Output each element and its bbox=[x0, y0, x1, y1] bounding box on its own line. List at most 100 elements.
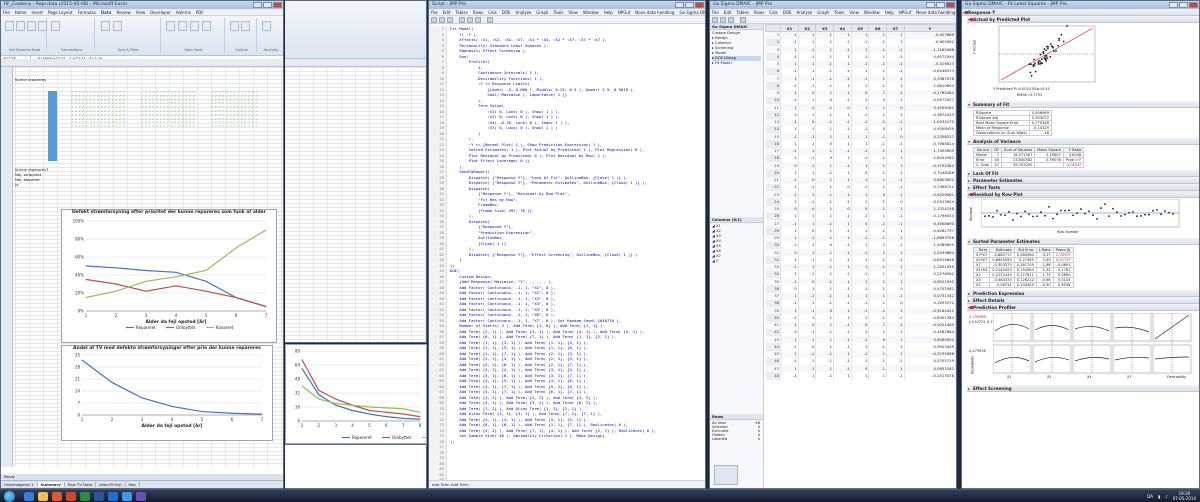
close-button[interactable] bbox=[695, 2, 704, 8]
table-cell[interactable]: 1 bbox=[868, 227, 888, 235]
table-row[interactable]: 10 -1 1 0 -1 1 0 1 -0,9972057 bbox=[765, 96, 956, 104]
table-cell[interactable]: 0,6803002 bbox=[904, 176, 956, 184]
table-cell[interactable]: -0,3702384 bbox=[904, 162, 956, 170]
table-cell[interactable]: 0 bbox=[851, 321, 870, 329]
table-row[interactable]: 35 -1 0 -1 1 1 1 1 -0,8521592 bbox=[765, 278, 956, 286]
table-icon[interactable] bbox=[740, 17, 746, 23]
table-cell[interactable]: 0 bbox=[815, 154, 835, 162]
table-cell[interactable]: -1 bbox=[815, 328, 835, 336]
table-cell[interactable]: -1 bbox=[851, 118, 870, 126]
table-cell[interactable]: -0,805082 bbox=[904, 38, 956, 46]
table-cell[interactable]: -1 bbox=[868, 220, 888, 228]
table-cell[interactable]: 1 bbox=[780, 46, 799, 54]
ribbon-tab[interactable]: Home bbox=[15, 10, 27, 15]
row-number[interactable]: 13 bbox=[765, 118, 782, 126]
table-cell[interactable]: 1 bbox=[798, 67, 817, 75]
table-cell[interactable]: 1 bbox=[833, 111, 852, 119]
table-cell[interactable]: -1 bbox=[798, 82, 817, 90]
table-row[interactable]: 42 0 -1 -1 -1 1 1 1 -0,4582684 bbox=[765, 328, 956, 336]
table-cell[interactable]: -0,4582684 bbox=[904, 328, 956, 336]
table-cell[interactable]: -1 bbox=[833, 96, 852, 104]
row-number[interactable]: 38 bbox=[765, 299, 782, 307]
row-number[interactable]: 43 bbox=[765, 336, 782, 344]
table-cell[interactable]: -1 bbox=[851, 60, 870, 68]
table-cell[interactable]: -1 bbox=[851, 299, 870, 307]
table-cell[interactable]: 1 bbox=[780, 365, 799, 373]
table-cell[interactable]: 1 bbox=[798, 31, 817, 39]
table-row[interactable]: 32 1 -1 1 -1 1 -1 -1 -0,8919846 bbox=[765, 256, 956, 264]
table-cell[interactable]: 1 bbox=[798, 314, 817, 322]
preview-thumbnail[interactable] bbox=[714, 465, 738, 485]
table-cell[interactable]: -1 bbox=[815, 263, 835, 271]
table-cell[interactable]: -1 bbox=[868, 60, 888, 68]
table-cell[interactable]: -1 bbox=[886, 67, 905, 75]
table-cell[interactable]: -1 bbox=[868, 314, 888, 322]
table-cell[interactable]: 1 bbox=[886, 169, 905, 177]
table-row[interactable]: 9 1 0 1 1 0 1 -1 -0,1765464 bbox=[765, 89, 956, 97]
table-cell[interactable]: -0,6329561 bbox=[904, 191, 956, 199]
table-cell[interactable]: 1 bbox=[798, 299, 817, 307]
table-cell[interactable]: -1 bbox=[851, 38, 870, 46]
table-cell[interactable]: -1 bbox=[815, 350, 835, 358]
table-cell[interactable]: 0,4958690 bbox=[904, 220, 956, 228]
table-cell[interactable]: -0,5021463 bbox=[904, 321, 956, 329]
sheet-tab[interactable]: Alder/Pr.Fejl bbox=[96, 482, 126, 487]
table-cell[interactable]: -1 bbox=[780, 263, 799, 271]
table-cell[interactable]: 1 bbox=[815, 162, 835, 170]
table-cell[interactable]: 1 bbox=[780, 234, 799, 242]
table-cell[interactable]: -1 bbox=[868, 46, 888, 54]
row-number[interactable]: 40 bbox=[765, 314, 782, 322]
outline-sorted-estimates[interactable]: Sorted Parameter Estimates bbox=[967, 238, 1199, 245]
table-cell[interactable]: 1 bbox=[798, 212, 817, 220]
table-cell[interactable]: -1 bbox=[886, 89, 905, 97]
table-row[interactable]: 48 -1 1 -1 1 1 1 -1 -0,2513078 bbox=[765, 372, 956, 380]
table-cell[interactable]: -0,9308459 bbox=[904, 125, 956, 133]
table-cell[interactable]: -1 bbox=[851, 285, 870, 293]
table-row[interactable]: 34 1 -1 1 -1 -1 1 -1 0,2276082 bbox=[765, 270, 956, 278]
table-cell[interactable]: 1 bbox=[851, 328, 870, 336]
table-cell[interactable]: 1 bbox=[798, 241, 817, 249]
table-cell[interactable]: -0,8521592 bbox=[904, 278, 956, 286]
consolidate-button[interactable] bbox=[202, 21, 211, 31]
table-cell[interactable]: -1 bbox=[815, 198, 835, 206]
table-row[interactable]: 24 1 -1 -1 -1 1 1 0 -0,0523904 bbox=[765, 198, 956, 206]
table-cell[interactable]: -1 bbox=[833, 299, 852, 307]
table-row[interactable]: 45 1 -1 -1 1 -1 1 1 -0,3735986 bbox=[765, 350, 956, 358]
table-cell[interactable]: 1 bbox=[868, 75, 888, 83]
table-cell[interactable]: 0,3387076 bbox=[904, 75, 956, 83]
table-cell[interactable]: 0 bbox=[886, 198, 905, 206]
table-cell[interactable]: -1 bbox=[851, 183, 870, 191]
profiler-svg[interactable] bbox=[993, 313, 1193, 375]
outline-actual-by-predicted[interactable]: Actual by Predicted Plot bbox=[967, 16, 1199, 23]
table-cell[interactable]: 1 bbox=[886, 234, 905, 242]
row-number[interactable]: 18 bbox=[765, 154, 782, 162]
table-cell[interactable]: -1 bbox=[868, 133, 888, 141]
table-cell[interactable]: -1 bbox=[868, 365, 888, 373]
table-cell[interactable]: -1 bbox=[851, 350, 870, 358]
row-number[interactable]: 45 bbox=[765, 350, 782, 358]
table-row[interactable]: 6 -1 1 -1 -1 1 1 -1 -0,6448473 bbox=[765, 67, 956, 75]
table-cell[interactable]: 1 bbox=[815, 147, 835, 155]
table-cell[interactable]: 1 bbox=[851, 263, 870, 271]
new-icon[interactable] bbox=[712, 17, 718, 23]
table-cell[interactable]: 0 bbox=[868, 96, 888, 104]
table-cell[interactable]: 1 bbox=[780, 140, 799, 148]
table-row[interactable]: 38 -1 1 -1 -1 -1 1 0 0,2833272 bbox=[765, 299, 956, 307]
table-cell[interactable]: 1 bbox=[886, 263, 905, 271]
table-row[interactable]: 13 -1 0 -1 -1 -1 -1 -1 -1,0032172 bbox=[765, 118, 956, 126]
table-cell[interactable]: -1 bbox=[886, 256, 905, 264]
outline-parameter-estimates[interactable]: Parameter Estimates bbox=[967, 177, 1199, 184]
maximize-button[interactable] bbox=[1179, 2, 1188, 8]
table-row[interactable]: 7 1 -1 -1 -1 -1 1 1 0,3387076 bbox=[765, 75, 956, 83]
table-cell[interactable]: 0 bbox=[815, 96, 835, 104]
table-cell[interactable]: 1 bbox=[780, 60, 799, 68]
paste-icon[interactable] bbox=[475, 17, 481, 23]
table-cell[interactable]: 0 bbox=[868, 191, 888, 199]
table-cell[interactable]: 0,0731342 bbox=[904, 292, 956, 300]
table-cell[interactable]: 1 bbox=[886, 278, 905, 286]
table-cell[interactable]: 1 bbox=[868, 321, 888, 329]
table-cell[interactable]: 0 bbox=[780, 205, 799, 213]
data-table[interactable]: X1 X2 X3 X4 X5 X6 X7 Y 1 1 1 1 1 1 1 1 -0,927869 2 -1 1 1 -1-… bbox=[764, 24, 956, 380]
table-cell[interactable]: -1 bbox=[780, 133, 799, 141]
table-cell[interactable]: -1 bbox=[798, 328, 817, 336]
